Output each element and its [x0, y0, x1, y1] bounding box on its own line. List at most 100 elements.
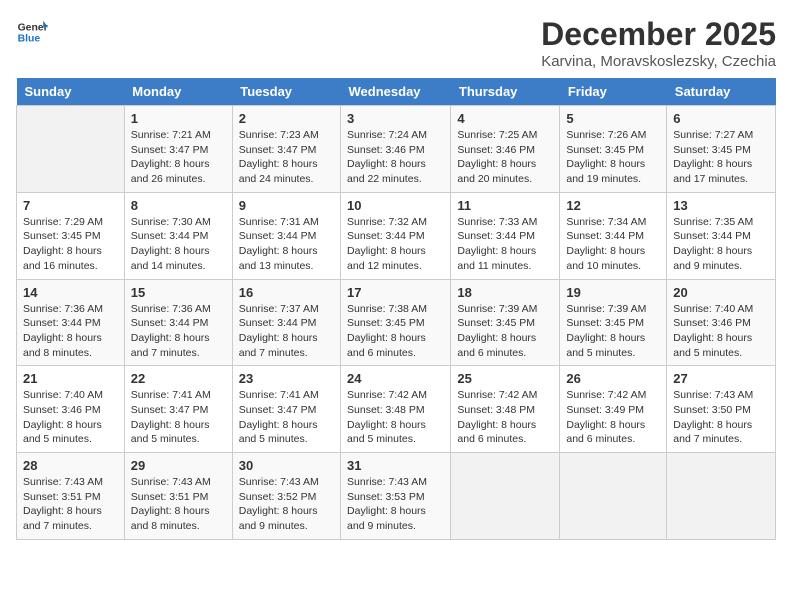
calendar-cell: 11 Sunrise: 7:33 AMSunset: 3:44 PMDayligh…: [451, 192, 560, 279]
day-number: 22: [131, 371, 226, 386]
calendar-cell: 22 Sunrise: 7:41 AMSunset: 3:47 PMDayligh…: [124, 366, 232, 453]
calendar-cell: 27Sunrise: 7:43 AMSunset: 3:50 PMDayligh…: [667, 366, 776, 453]
calendar-cell: 5 Sunrise: 7:26 AMSunset: 3:45 PMDaylight…: [560, 106, 667, 193]
calendar-cell: 13 Sunrise: 7:35 AMSunset: 3:44 PMDayligh…: [667, 192, 776, 279]
calendar-cell: 10 Sunrise: 7:32 AMSunset: 3:44 PMDayligh…: [341, 192, 451, 279]
day-number: 12: [566, 198, 660, 213]
day-number: 5: [566, 111, 660, 126]
day-number: 30: [239, 458, 334, 473]
day-info: Sunrise: 7:40 AMSunset: 3:46 PMDaylight:…: [23, 388, 118, 447]
day-number: 13: [673, 198, 769, 213]
page-header: General Blue December 2025 Karvina, Mora…: [16, 16, 776, 70]
day-info: Sunrise: 7:23 AMSunset: 3:47 PMDaylight:…: [239, 128, 334, 187]
calendar-cell: 23 Sunrise: 7:41 AMSunset: 3:47 PMDayligh…: [232, 366, 340, 453]
day-info: Sunrise: 7:39 AMSunset: 3:45 PMDaylight:…: [566, 302, 660, 361]
day-info: Sunrise: 7:26 AMSunset: 3:45 PMDaylight:…: [566, 128, 660, 187]
calendar-cell: 14Sunrise: 7:36 AMSunset: 3:44 PMDayligh…: [17, 279, 125, 366]
day-number: 29: [131, 458, 226, 473]
calendar-cell: [560, 453, 667, 540]
weekday-wednesday: Wednesday: [341, 78, 451, 106]
calendar-cell: [17, 106, 125, 193]
day-info: Sunrise: 7:43 AMSunset: 3:51 PMDaylight:…: [131, 475, 226, 534]
calendar-cell: 26 Sunrise: 7:42 AMSunset: 3:49 PMDayligh…: [560, 366, 667, 453]
day-number: 7: [23, 198, 118, 213]
day-info: Sunrise: 7:42 AMSunset: 3:49 PMDaylight:…: [566, 388, 660, 447]
day-number: 3: [347, 111, 444, 126]
calendar-cell: 12 Sunrise: 7:34 AMSunset: 3:44 PMDayligh…: [560, 192, 667, 279]
day-info: Sunrise: 7:38 AMSunset: 3:45 PMDaylight:…: [347, 302, 444, 361]
day-info: Sunrise: 7:34 AMSunset: 3:44 PMDaylight:…: [566, 215, 660, 274]
day-info: Sunrise: 7:36 AMSunset: 3:44 PMDaylight:…: [131, 302, 226, 361]
calendar-cell: 25Sunrise: 7:42 AMSunset: 3:48 PMDayligh…: [451, 366, 560, 453]
weekday-saturday: Saturday: [667, 78, 776, 106]
day-number: 19: [566, 285, 660, 300]
day-info: Sunrise: 7:29 AMSunset: 3:45 PMDaylight:…: [23, 215, 118, 274]
logo-icon: General Blue: [16, 16, 48, 48]
day-number: 28: [23, 458, 118, 473]
day-info: Sunrise: 7:31 AMSunset: 3:44 PMDaylight:…: [239, 215, 334, 274]
day-number: 4: [457, 111, 553, 126]
calendar-cell: 28Sunrise: 7:43 AMSunset: 3:51 PMDayligh…: [17, 453, 125, 540]
weekday-header-row: SundayMondayTuesdayWednesdayThursdayFrid…: [17, 78, 776, 106]
day-info: Sunrise: 7:35 AMSunset: 3:44 PMDaylight:…: [673, 215, 769, 274]
calendar-week-1: 1Sunrise: 7:21 AMSunset: 3:47 PMDaylight…: [17, 106, 776, 193]
calendar-cell: 24 Sunrise: 7:42 AMSunset: 3:48 PMDayligh…: [341, 366, 451, 453]
day-info: Sunrise: 7:42 AMSunset: 3:48 PMDaylight:…: [347, 388, 444, 447]
calendar-cell: 3 Sunrise: 7:24 AMSunset: 3:46 PMDaylight…: [341, 106, 451, 193]
day-number: 10: [347, 198, 444, 213]
calendar-cell: 20 Sunrise: 7:40 AMSunset: 3:46 PMDayligh…: [667, 279, 776, 366]
day-number: 14: [23, 285, 118, 300]
day-number: 31: [347, 458, 444, 473]
day-info: Sunrise: 7:33 AMSunset: 3:44 PMDaylight:…: [457, 215, 553, 274]
day-info: Sunrise: 7:41 AMSunset: 3:47 PMDaylight:…: [239, 388, 334, 447]
calendar-cell: [667, 453, 776, 540]
day-number: 21: [23, 371, 118, 386]
calendar-cell: 18Sunrise: 7:39 AMSunset: 3:45 PMDayligh…: [451, 279, 560, 366]
calendar-cell: 31 Sunrise: 7:43 AMSunset: 3:53 PMDayligh…: [341, 453, 451, 540]
day-info: Sunrise: 7:41 AMSunset: 3:47 PMDaylight:…: [131, 388, 226, 447]
calendar-cell: 17 Sunrise: 7:38 AMSunset: 3:45 PMDayligh…: [341, 279, 451, 366]
calendar-cell: 19 Sunrise: 7:39 AMSunset: 3:45 PMDayligh…: [560, 279, 667, 366]
day-number: 15: [131, 285, 226, 300]
day-info: Sunrise: 7:25 AMSunset: 3:46 PMDaylight:…: [457, 128, 553, 187]
day-info: Sunrise: 7:42 AMSunset: 3:48 PMDaylight:…: [457, 388, 553, 447]
day-info: Sunrise: 7:37 AMSunset: 3:44 PMDaylight:…: [239, 302, 334, 361]
day-number: 26: [566, 371, 660, 386]
calendar-cell: 1Sunrise: 7:21 AMSunset: 3:47 PMDaylight…: [124, 106, 232, 193]
location: Karvina, Moravskoslezsky, Czechia: [541, 53, 776, 70]
day-number: 24: [347, 371, 444, 386]
calendar-week-4: 21 Sunrise: 7:40 AMSunset: 3:46 PMDayligh…: [17, 366, 776, 453]
day-number: 23: [239, 371, 334, 386]
day-info: Sunrise: 7:43 AMSunset: 3:53 PMDaylight:…: [347, 475, 444, 534]
title-block: December 2025 Karvina, Moravskoslezsky, …: [541, 16, 776, 70]
day-number: 20: [673, 285, 769, 300]
day-info: Sunrise: 7:40 AMSunset: 3:46 PMDaylight:…: [673, 302, 769, 361]
calendar-week-2: 7 Sunrise: 7:29 AMSunset: 3:45 PMDaylight…: [17, 192, 776, 279]
day-info: Sunrise: 7:43 AMSunset: 3:50 PMDaylight:…: [673, 388, 769, 447]
calendar-cell: 29 Sunrise: 7:43 AMSunset: 3:51 PMDayligh…: [124, 453, 232, 540]
weekday-monday: Monday: [124, 78, 232, 106]
month-title: December 2025: [541, 16, 776, 53]
day-info: Sunrise: 7:24 AMSunset: 3:46 PMDaylight:…: [347, 128, 444, 187]
svg-text:Blue: Blue: [18, 34, 41, 45]
calendar-cell: 4 Sunrise: 7:25 AMSunset: 3:46 PMDaylight…: [451, 106, 560, 193]
day-info: Sunrise: 7:32 AMSunset: 3:44 PMDaylight:…: [347, 215, 444, 274]
weekday-tuesday: Tuesday: [232, 78, 340, 106]
calendar-cell: 7 Sunrise: 7:29 AMSunset: 3:45 PMDaylight…: [17, 192, 125, 279]
day-info: Sunrise: 7:21 AMSunset: 3:47 PMDaylight:…: [131, 128, 226, 187]
calendar-cell: [451, 453, 560, 540]
calendar-cell: 16Sunrise: 7:37 AMSunset: 3:44 PMDayligh…: [232, 279, 340, 366]
calendar-body: 1Sunrise: 7:21 AMSunset: 3:47 PMDaylight…: [17, 106, 776, 540]
day-info: Sunrise: 7:30 AMSunset: 3:44 PMDaylight:…: [131, 215, 226, 274]
calendar-table: SundayMondayTuesdayWednesdayThursdayFrid…: [16, 78, 776, 540]
day-info: Sunrise: 7:43 AMSunset: 3:52 PMDaylight:…: [239, 475, 334, 534]
weekday-sunday: Sunday: [17, 78, 125, 106]
calendar-cell: 30 Sunrise: 7:43 AMSunset: 3:52 PMDayligh…: [232, 453, 340, 540]
day-number: 17: [347, 285, 444, 300]
day-number: 11: [457, 198, 553, 213]
calendar-cell: 8Sunrise: 7:30 AMSunset: 3:44 PMDaylight…: [124, 192, 232, 279]
calendar-cell: 15 Sunrise: 7:36 AMSunset: 3:44 PMDayligh…: [124, 279, 232, 366]
calendar-cell: 21 Sunrise: 7:40 AMSunset: 3:46 PMDayligh…: [17, 366, 125, 453]
logo: General Blue: [16, 16, 48, 48]
day-info: Sunrise: 7:39 AMSunset: 3:45 PMDaylight:…: [457, 302, 553, 361]
